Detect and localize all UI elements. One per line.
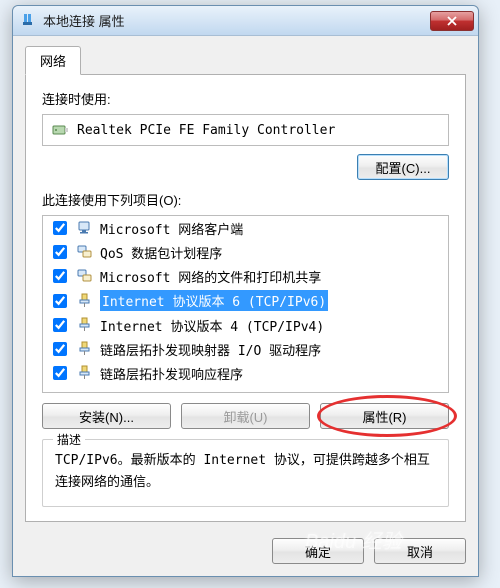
uninstall-button[interactable]: 卸载(U) bbox=[181, 403, 310, 429]
window-title: 本地连接 属性 bbox=[43, 11, 430, 30]
list-item[interactable]: Microsoft 网络的文件和打印机共享 bbox=[43, 264, 448, 288]
item-buttons-row: 安装(N)... 卸载(U) 属性(R) bbox=[42, 403, 449, 429]
app-icon bbox=[21, 13, 37, 29]
protocol-icon bbox=[76, 316, 94, 334]
list-item[interactable]: 链路层拓扑发现映射器 I/O 驱动程序 bbox=[43, 337, 448, 361]
item-label: Microsoft 网络客户端 bbox=[100, 219, 243, 238]
item-checkbox[interactable] bbox=[53, 294, 67, 308]
dialog-buttons: 确定 取消 Baidu 经验 bbox=[25, 524, 466, 564]
close-icon bbox=[447, 16, 457, 26]
item-checkbox[interactable] bbox=[53, 366, 67, 380]
adapter-label: 连接时使用: bbox=[42, 89, 449, 108]
tab-panel-network: 连接时使用: Realtek PCIe FE Family Controller… bbox=[25, 74, 466, 522]
item-label: QoS 数据包计划程序 bbox=[100, 243, 222, 262]
item-checkbox[interactable] bbox=[53, 245, 67, 259]
service-icon bbox=[76, 267, 94, 285]
description-text: TCP/IPv6。最新版本的 Internet 协议，可提供跨越多个相互连接网络… bbox=[55, 450, 436, 494]
item-checkbox[interactable] bbox=[53, 318, 67, 332]
item-checkbox[interactable] bbox=[53, 269, 67, 283]
nic-icon bbox=[51, 121, 69, 139]
adapter-name: Realtek PCIe FE Family Controller bbox=[77, 123, 335, 138]
list-item[interactable]: QoS 数据包计划程序 bbox=[43, 240, 448, 264]
item-checkbox[interactable] bbox=[53, 342, 67, 356]
item-label: 链路层拓扑发现映射器 I/O 驱动程序 bbox=[100, 340, 321, 359]
description-title: 描述 bbox=[53, 431, 85, 448]
service-icon bbox=[76, 243, 94, 261]
list-item[interactable]: 链路层拓扑发现响应程序 bbox=[43, 361, 448, 385]
item-label: Internet 协议版本 6 (TCP/IPv6) bbox=[100, 290, 328, 311]
item-checkbox[interactable] bbox=[53, 221, 67, 235]
list-item[interactable]: Internet 协议版本 6 (TCP/IPv6) bbox=[43, 288, 448, 313]
description-group: 描述 TCP/IPv6。最新版本的 Internet 协议，可提供跨越多个相互连… bbox=[42, 439, 449, 507]
adapter-box: Realtek PCIe FE Family Controller bbox=[42, 114, 449, 146]
items-label: 此连接使用下列项目(O): bbox=[42, 190, 449, 209]
protocol-icon bbox=[76, 340, 94, 358]
item-label: Internet 协议版本 4 (TCP/IPv4) bbox=[100, 316, 324, 335]
dialog-body: 网络 连接时使用: Realtek PCIe FE Family Control… bbox=[13, 36, 478, 576]
protocol-icon bbox=[76, 364, 94, 382]
properties-dialog: 本地连接 属性 网络 连接时使用: Realtek PCIe FE Family… bbox=[12, 5, 479, 577]
network-items-list[interactable]: Microsoft 网络客户端 QoS 数据包计划程序 Microsoft 网络的文… bbox=[42, 215, 449, 393]
list-item[interactable]: Internet 协议版本 4 (TCP/IPv4) bbox=[43, 313, 448, 337]
ok-button[interactable]: 确定 bbox=[272, 538, 364, 564]
item-label: 链路层拓扑发现响应程序 bbox=[100, 364, 243, 383]
properties-button[interactable]: 属性(R) bbox=[320, 403, 449, 429]
list-item[interactable]: Microsoft 网络客户端 bbox=[43, 216, 448, 240]
client-icon bbox=[76, 219, 94, 237]
close-button[interactable] bbox=[430, 11, 474, 31]
protocol-icon bbox=[76, 292, 94, 310]
titlebar[interactable]: 本地连接 属性 bbox=[13, 6, 478, 36]
tab-strip: 网络 bbox=[25, 46, 466, 75]
cancel-button[interactable]: 取消 bbox=[374, 538, 466, 564]
tab-network[interactable]: 网络 bbox=[25, 46, 81, 75]
item-label: Microsoft 网络的文件和打印机共享 bbox=[100, 267, 321, 286]
install-button[interactable]: 安装(N)... bbox=[42, 403, 171, 429]
configure-button[interactable]: 配置(C)... bbox=[357, 154, 449, 180]
